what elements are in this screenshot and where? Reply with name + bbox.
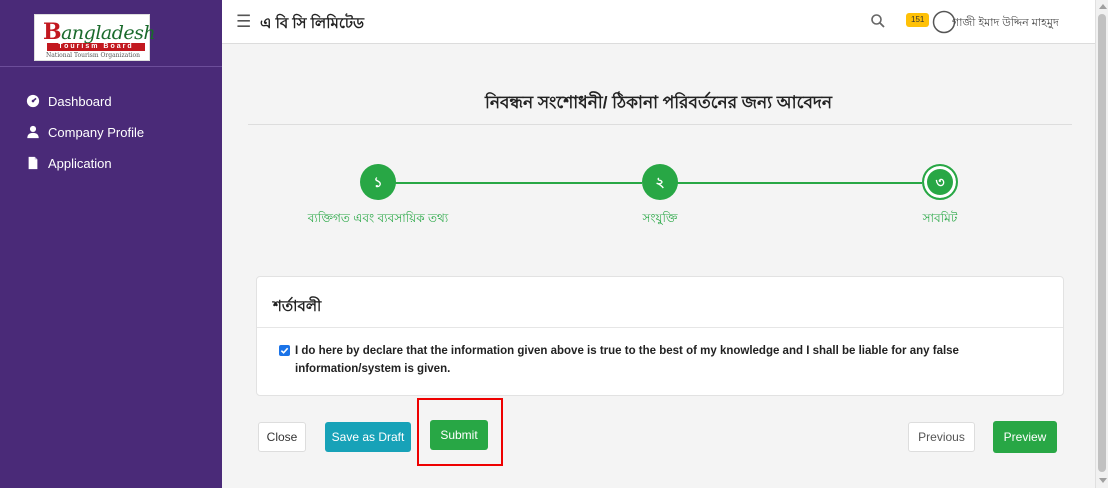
submit-button[interactable]: Submit bbox=[430, 420, 488, 450]
tachometer-icon bbox=[26, 94, 40, 108]
progress-stepper: ১ ব্যক্তিগত এবং ব্যবসায়িক তথ্য ২ সংযুক্… bbox=[222, 44, 1095, 244]
user-icon bbox=[27, 125, 39, 139]
scroll-up-arrow-icon[interactable] bbox=[1099, 4, 1107, 9]
scroll-thumb[interactable] bbox=[1098, 14, 1106, 472]
file-icon bbox=[28, 156, 38, 170]
save-draft-button[interactable]: Save as Draft bbox=[325, 422, 411, 452]
terms-card: শর্তাবলী I do here by declare that the i… bbox=[256, 276, 1064, 396]
user-name[interactable]: গাজী ইমাদ উদ্দিন মাহমুদ bbox=[952, 14, 1059, 33]
sidebar-item-dashboard[interactable]: Dashboard bbox=[26, 91, 112, 111]
top-navbar: ☰ এ বি সি লিমিটেড 151 গাজী ইমাদ উদ্দিন ম… bbox=[222, 0, 1095, 44]
previous-button[interactable]: Previous bbox=[908, 422, 975, 452]
main-content: নিবন্ধন সংশোধনী/ ঠিকানা পরিবর্তনের জন্য … bbox=[222, 44, 1095, 488]
menu-toggle-icon[interactable]: ☰ bbox=[236, 12, 251, 32]
stepper-connector bbox=[660, 182, 922, 184]
sidebar-divider bbox=[0, 66, 222, 67]
logo-subtitle: National Tourism Organization bbox=[45, 52, 141, 59]
notification-badge[interactable]: 151 bbox=[906, 13, 930, 27]
step-2-label: সংযুক্তি bbox=[642, 211, 678, 225]
search-icon[interactable] bbox=[870, 13, 886, 29]
declaration-text[interactable]: I do here by declare that the informatio… bbox=[295, 342, 1043, 378]
sidebar-item-label: Company Profile bbox=[48, 124, 145, 140]
logo-wordmark: Bangladesh bbox=[43, 19, 156, 45]
sidebar-item-label: Application bbox=[48, 155, 112, 171]
company-title: এ বি সি লিমিটেড bbox=[260, 15, 365, 32]
scroll-down-arrow-icon[interactable] bbox=[1099, 478, 1107, 483]
sidebar-item-application[interactable]: Application bbox=[26, 153, 112, 173]
tourism-board-logo[interactable]: Bangladesh Tourism Board National Touris… bbox=[34, 14, 156, 61]
step-1-label: ব্যক্তিগত এবং ব্যবসায়িক তথ্য bbox=[307, 211, 449, 225]
stepper-connector bbox=[378, 182, 642, 184]
terms-heading: শর্তাবলী bbox=[257, 277, 1063, 328]
step-3-label: সাবমিট bbox=[922, 211, 958, 225]
declaration-checkbox[interactable] bbox=[279, 345, 290, 356]
page-scrollbar[interactable] bbox=[1095, 0, 1108, 488]
sidebar-item-company-profile[interactable]: Company Profile bbox=[26, 122, 144, 142]
step-2-circle: ২ bbox=[642, 164, 678, 200]
step-1-circle: ১ bbox=[360, 164, 396, 200]
logo-strip: Tourism Board bbox=[47, 43, 145, 51]
check-icon bbox=[280, 347, 289, 354]
terms-body: I do here by declare that the informatio… bbox=[257, 328, 1063, 378]
step-3-circle: ৩ bbox=[922, 164, 958, 200]
sidebar: Bangladesh Tourism Board National Touris… bbox=[0, 0, 222, 488]
close-button[interactable]: Close bbox=[258, 422, 306, 452]
sidebar-item-label: Dashboard bbox=[48, 93, 112, 109]
preview-button[interactable]: Preview bbox=[993, 421, 1057, 453]
